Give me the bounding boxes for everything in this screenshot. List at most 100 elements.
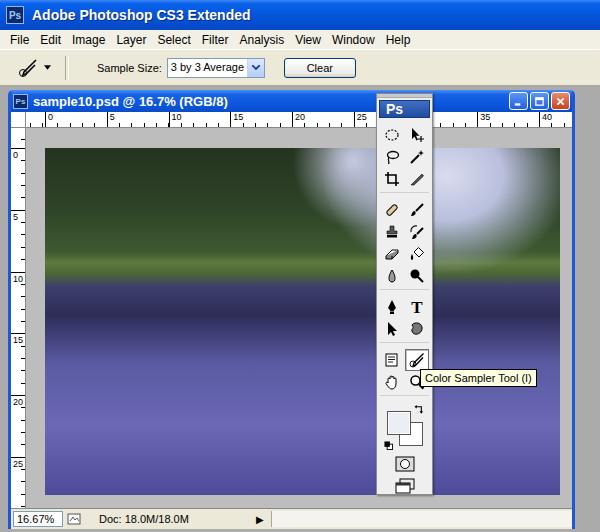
marquee-tool[interactable] [380, 124, 404, 146]
color-sampler-icon [409, 352, 425, 368]
ruler-label: 10 [169, 112, 182, 127]
stamp-icon [384, 224, 400, 240]
color-sampler-icon [18, 58, 38, 78]
ruler-label: 15 [11, 333, 25, 345]
move-icon [409, 127, 425, 143]
photo[interactable] [45, 148, 560, 495]
ruler-label: 15 [230, 112, 243, 127]
clear-button[interactable]: Clear [284, 58, 356, 78]
menu-item[interactable]: File [4, 33, 34, 47]
menu-item[interactable]: Filter [196, 33, 234, 47]
ruler-label: 20 [292, 112, 305, 127]
crop-tool[interactable] [380, 168, 404, 190]
sample-size-select[interactable]: 3 by 3 Average [167, 58, 265, 78]
pen-tool[interactable] [380, 296, 404, 318]
menu-item[interactable]: Window [326, 33, 380, 47]
ruler-label: 5 [107, 112, 115, 127]
color-sampler-tool[interactable] [405, 349, 429, 371]
minimize-button[interactable] [509, 92, 528, 110]
marquee-icon [384, 127, 400, 143]
tool-preset-picker[interactable] [14, 56, 55, 80]
ruler-label: 0 [45, 112, 53, 127]
document-info: Doc: 18.0M/18.0M [99, 513, 249, 525]
dropdown-arrow-icon [252, 65, 260, 70]
blur-tool[interactable] [380, 265, 404, 287]
menu-item[interactable]: View [289, 33, 326, 47]
menu-item[interactable]: Help [380, 33, 416, 47]
window-title: Adobe Photoshop CS3 Extended [32, 7, 251, 23]
bucket-icon [409, 246, 425, 262]
dodge-tool[interactable] [405, 265, 429, 287]
sample-size-value: 3 by 3 Average [168, 59, 247, 77]
lasso-tool[interactable] [380, 146, 404, 168]
top-ruler: 05101520253540 [26, 112, 572, 128]
brush-icon [409, 202, 425, 218]
quick-mask-icon [395, 456, 415, 472]
ruler-label: 40 [539, 112, 552, 127]
toolbox: Ps T [376, 93, 433, 495]
bucket-tool[interactable] [405, 243, 429, 265]
quick-mask-button[interactable] [392, 456, 418, 472]
notes-tool[interactable] [380, 349, 404, 371]
healing-tool[interactable] [380, 199, 404, 221]
menu-item[interactable]: Layer [110, 33, 151, 47]
status-bar: 16.67% Doc: 18.0M/18.0M ▶ [11, 508, 572, 529]
tool-group [380, 124, 429, 193]
ruler-label: 25 [11, 457, 25, 469]
notes-icon [384, 352, 400, 368]
toolbox-header: Ps [379, 100, 430, 118]
default-colors-icon[interactable] [384, 441, 393, 450]
menu-item[interactable]: Select [151, 33, 195, 47]
type-tool-glyph: T [411, 299, 422, 316]
history-brush-tool[interactable] [405, 221, 429, 243]
document-body: 05101520253540 0510152025 [11, 112, 572, 508]
tooltip: Color Sampler Tool (I) [420, 369, 537, 387]
maximize-button[interactable] [530, 92, 549, 110]
eraser-icon [384, 246, 400, 262]
minimize-icon [513, 96, 524, 107]
color-swatches [382, 404, 428, 450]
toolbox-logo[interactable]: Ps [380, 101, 403, 117]
type-tool[interactable]: T [405, 296, 429, 318]
history-brush-icon [409, 224, 425, 240]
eraser-tool[interactable] [380, 243, 404, 265]
foreground-color-swatch[interactable] [387, 411, 411, 435]
toolbox-grip[interactable] [377, 94, 432, 98]
tool-group [380, 199, 429, 290]
stamp-tool[interactable] [380, 221, 404, 243]
horizontal-scrollbar[interactable] [271, 511, 572, 527]
title-bar: Ps Adobe Photoshop CS3 Extended [0, 0, 600, 30]
path-select-tool[interactable] [380, 318, 404, 340]
slice-icon [409, 171, 425, 187]
document-title: sample10.psd @ 16.7% (RGB/8) [33, 94, 504, 109]
app-icon: Ps [6, 6, 24, 24]
screen-mode-button[interactable] [392, 478, 418, 494]
ruler-corner [11, 112, 26, 128]
select-button[interactable] [247, 59, 264, 77]
swap-colors-icon[interactable] [414, 404, 425, 415]
slice-tool[interactable] [405, 168, 429, 190]
brush-tool[interactable] [405, 199, 429, 221]
hand-tool[interactable] [380, 371, 404, 393]
close-button[interactable] [551, 92, 570, 110]
document-window: Ps sample10.psd @ 16.7% (RGB/8) 0 5 10 15 20… [8, 90, 575, 529]
ruler-label: 10 [11, 272, 25, 284]
ruler-label: 20 [11, 395, 25, 407]
zoom-field[interactable]: 16.67% [13, 511, 63, 527]
lasso-icon [384, 149, 400, 165]
magic-wand-tool[interactable] [405, 146, 429, 168]
options-bar: Sample Size: 3 by 3 Average Clear [0, 49, 600, 86]
crop-icon [384, 171, 400, 187]
separator [65, 56, 69, 80]
ruler-label: 0 [11, 148, 25, 160]
menu-item[interactable]: Edit [34, 33, 66, 47]
workspace: Ps sample10.psd @ 16.7% (RGB/8) 0 5 10 15 20… [0, 86, 600, 532]
shape-tool[interactable] [405, 318, 429, 340]
magic-wand-icon [409, 149, 425, 165]
preview-icon[interactable] [67, 512, 81, 526]
move-tool[interactable] [405, 124, 429, 146]
menu-item[interactable]: Analysis [233, 33, 289, 47]
info-menu-button[interactable]: ▶ [253, 514, 267, 525]
canvas [26, 128, 572, 508]
menu-item[interactable]: Image [66, 33, 110, 47]
